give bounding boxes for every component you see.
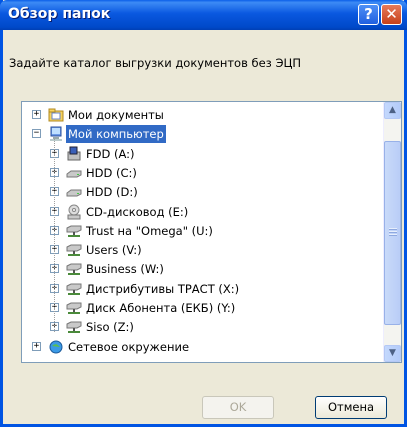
grip-line <box>389 234 397 236</box>
cancel-button[interactable]: Отмена <box>315 396 387 419</box>
network-drive-icon <box>66 223 82 239</box>
scroll-up-button[interactable]: ▲ <box>384 102 401 119</box>
network-drive-icon <box>66 261 82 277</box>
close-icon: ✕ <box>385 5 398 23</box>
tree-item[interactable]: − Мой компьютер <box>22 125 384 143</box>
network-places-icon <box>48 339 64 355</box>
cd-drive-icon <box>66 204 82 220</box>
tree-item[interactable]: + Диск Абонента (ЕКБ) (Y:) <box>22 299 384 317</box>
tree-item[interactable]: + Users (V:) <box>22 241 384 259</box>
network-drive-icon <box>66 319 82 335</box>
tree-item-label: Мои документы <box>68 108 164 122</box>
tree-item[interactable]: + HDD (C:) <box>22 164 384 182</box>
scroll-down-button[interactable]: ▼ <box>384 345 401 362</box>
vertical-scrollbar[interactable]: ▲ ▼ <box>383 102 401 362</box>
tree-item[interactable]: + Siso (Z:) <box>22 318 384 336</box>
scroll-down-icon: ▼ <box>389 348 396 358</box>
tree-item-label: Siso (Z:) <box>86 320 134 334</box>
tree-item-label: HDD (C:) <box>86 166 137 180</box>
tree-item-label: Сетевое окружение <box>68 340 190 354</box>
tree-item-label: Trust на "Omega" (U:) <box>86 224 213 238</box>
tree-item-label: FDD (A:) <box>86 147 135 161</box>
scroll-up-icon: ▲ <box>389 105 396 115</box>
tree-connector-line <box>54 139 55 332</box>
grip-line <box>389 231 397 233</box>
ok-button[interactable]: OK <box>202 396 274 419</box>
floppy-drive-icon <box>66 146 82 162</box>
my-computer-icon <box>48 126 64 142</box>
tree-item-label: HDD (D:) <box>86 185 138 199</box>
tree-item-label: Users (V:) <box>86 243 142 257</box>
network-drive-icon <box>66 281 82 297</box>
tree-item[interactable]: + Business (W:) <box>22 260 384 278</box>
tree-item-label: Диск Абонента (ЕКБ) (Y:) <box>86 301 236 315</box>
ok-button-label: OK <box>229 400 247 414</box>
help-button[interactable]: ? <box>358 4 379 25</box>
hard-drive-icon <box>66 165 82 181</box>
tree-item[interactable]: + Мои документы <box>22 106 384 124</box>
collapse-icon[interactable]: − <box>32 129 41 138</box>
folder-tree[interactable]: + Мои документы − Мой компьютер + FDD (A:) + HD… <box>21 101 402 363</box>
network-drive-icon <box>66 300 82 316</box>
tree-item-label: Мой компьютер <box>66 125 166 143</box>
browse-folder-dialog: Обзор папок ? ✕ Задайте каталог выгрузки… <box>0 0 407 427</box>
help-icon: ? <box>364 5 373 23</box>
tree-item[interactable]: + CD-дисковод (E:) <box>22 203 384 221</box>
expand-icon[interactable]: + <box>32 342 41 351</box>
cancel-button-label: Отмена <box>327 400 375 414</box>
close-button[interactable]: ✕ <box>381 4 402 25</box>
tree-item[interactable]: + Дистрибутивы ТРАСТ (X:) <box>22 280 384 298</box>
tree-item-label: Дистрибутивы ТРАСТ (X:) <box>86 282 240 296</box>
tree-item[interactable]: + HDD (D:) <box>22 183 384 201</box>
grip-line <box>389 228 397 230</box>
expand-icon[interactable]: + <box>32 110 41 119</box>
prompt-text: Задайте каталог выгрузки документов без … <box>9 56 302 70</box>
tree-item-label: Business (W:) <box>86 262 164 276</box>
hard-drive-icon <box>66 184 82 200</box>
tree-item[interactable]: + Сетевое окружение <box>22 338 384 356</box>
dialog-title: Обзор папок <box>8 6 111 22</box>
tree-item[interactable]: + Trust на "Omega" (U:) <box>22 222 384 240</box>
scroll-thumb[interactable] <box>384 141 401 325</box>
tree-item[interactable]: + FDD (A:) <box>22 145 384 163</box>
tree-item-label: CD-дисковод (E:) <box>86 205 189 219</box>
network-drive-icon <box>66 242 82 258</box>
my-documents-icon <box>48 107 64 123</box>
title-bar[interactable]: Обзор папок ? ✕ <box>0 0 407 30</box>
